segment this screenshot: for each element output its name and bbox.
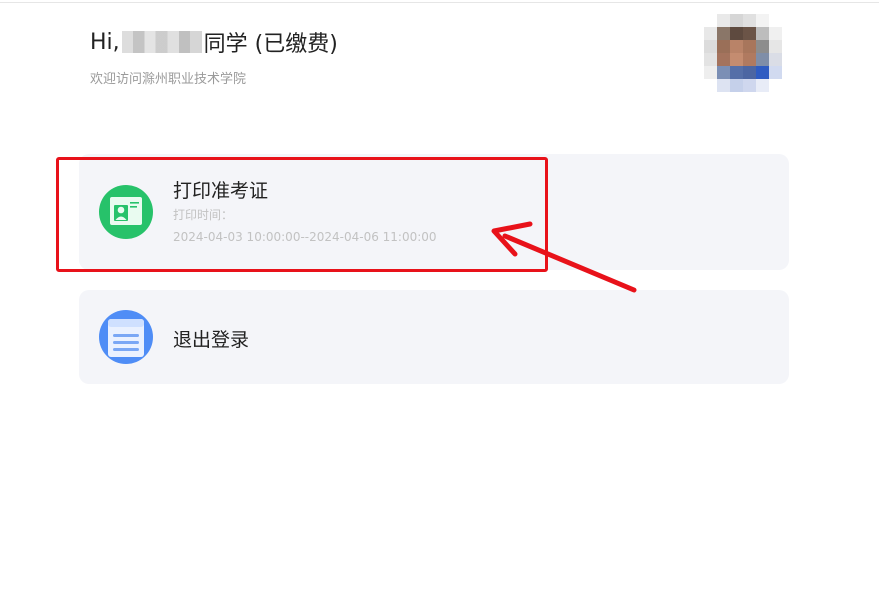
logout-title: 退出登录 xyxy=(173,329,250,351)
document-list-icon-glyph xyxy=(108,319,144,357)
admission-ticket-icon xyxy=(99,185,153,239)
print-admission-ticket-title: 打印准考证 xyxy=(173,180,269,202)
document-list-icon xyxy=(99,310,153,364)
admission-ticket-icon-glyph xyxy=(110,197,142,225)
print-time-label: 打印时间： xyxy=(173,208,234,222)
greeting: Hi, 同学 (已缴费) xyxy=(90,26,338,58)
print-time-range: 2024-04-03 10:00:00--2024-04-06 11:00:00 xyxy=(173,230,437,244)
logout-card[interactable]: 退出登录 xyxy=(79,290,789,384)
print-admission-ticket-card[interactable]: 打印准考证 打印时间： 2024-04-03 10:00:00--2024-04… xyxy=(79,154,789,270)
blurred-student-name xyxy=(121,31,202,53)
greeting-suffix: 同学 (已缴费) xyxy=(203,32,338,57)
page: Hi, 同学 (已缴费) 欢迎访问滁州职业技术学院 打印准考证 打印时间： 20… xyxy=(0,0,879,589)
top-divider xyxy=(0,2,879,3)
welcome-subtitle: 欢迎访问滁州职业技术学院 xyxy=(90,72,247,87)
avatar[interactable] xyxy=(704,14,782,92)
greeting-prefix: Hi, xyxy=(90,29,120,55)
